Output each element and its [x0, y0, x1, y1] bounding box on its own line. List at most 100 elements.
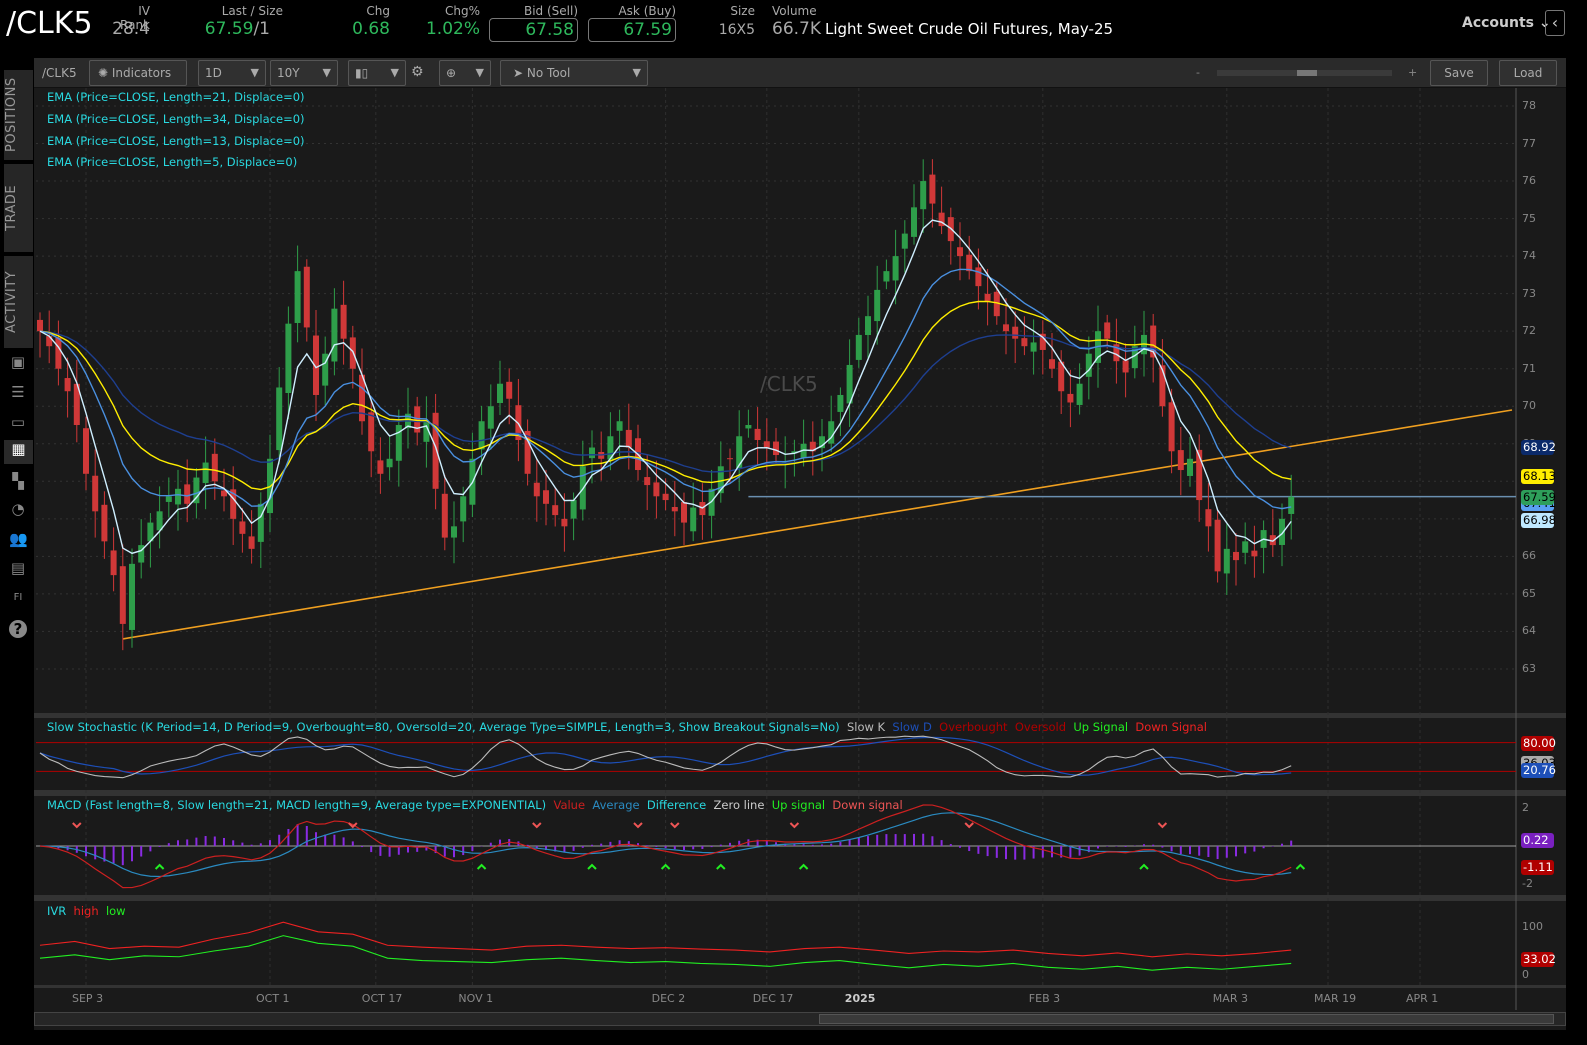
time-axis-label: SEP 3	[72, 992, 104, 1005]
candle	[211, 453, 218, 482]
candle	[248, 536, 255, 549]
macd-axis-tick: 2	[1522, 801, 1529, 814]
study-label-ema13[interactable]: EMA (Price=CLOSE, Length=13, Displace=0)	[47, 134, 305, 148]
candle	[460, 496, 467, 522]
price-axis-tick: 74	[1522, 249, 1536, 263]
candle	[386, 458, 393, 468]
candle	[1067, 393, 1074, 403]
time-axis-label: MAR 19	[1314, 992, 1357, 1005]
candle	[64, 378, 71, 392]
macd-legend-item: Down signal	[825, 798, 903, 812]
candle	[1242, 541, 1249, 553]
candle	[83, 428, 89, 474]
candle	[561, 518, 568, 527]
candle	[1012, 326, 1019, 339]
macd-legend-item: Zero line	[706, 798, 765, 812]
candle	[644, 477, 651, 486]
stoch-title[interactable]: Slow Stochastic (K Period=14, D Period=9…	[47, 720, 840, 734]
candle	[984, 293, 991, 302]
pane-separator	[34, 790, 1566, 796]
candle	[1104, 322, 1111, 339]
candle	[487, 406, 494, 429]
candle	[294, 271, 301, 323]
stoch-legend-item: Oversold	[1007, 720, 1067, 734]
candle	[340, 304, 347, 339]
candle	[303, 266, 310, 328]
candle	[543, 490, 549, 504]
candle	[929, 174, 936, 204]
candle	[754, 428, 761, 441]
candle	[966, 254, 973, 272]
candle	[497, 383, 503, 403]
candle	[368, 412, 375, 452]
macd-axis-tick: -2	[1522, 877, 1533, 890]
study-label-ema5[interactable]: EMA (Price=CLOSE, Length=5, Displace=0)	[47, 155, 297, 169]
candle	[727, 458, 733, 460]
price-axis-tick: 70	[1522, 399, 1536, 413]
price-axis-tick: 73	[1522, 286, 1536, 300]
macd-legend-item: Difference	[639, 798, 707, 812]
candle	[865, 316, 871, 336]
candle	[129, 563, 135, 630]
candle	[478, 421, 485, 450]
chart-background	[34, 88, 1566, 1030]
price-axis-tick: 63	[1522, 661, 1536, 675]
price-badge: 67.59	[1521, 489, 1556, 505]
horizontal-scrollbar[interactable]	[34, 1012, 1566, 1026]
candle	[552, 505, 559, 516]
macd-title[interactable]: MACD (Fast length=8, Slow length=21, MAC…	[47, 798, 546, 812]
price-axis-tick: 72	[1522, 324, 1536, 338]
candle	[773, 441, 779, 456]
ivr-legend-item: low	[98, 904, 126, 918]
pane-separator	[34, 713, 1566, 718]
candle	[745, 425, 752, 429]
time-axis-label: NOV 1	[458, 992, 494, 1005]
candle	[1085, 353, 1092, 377]
candle	[736, 436, 743, 469]
stoch-badge: 20.76	[1521, 763, 1556, 779]
price-axis-tick: 66	[1522, 549, 1536, 563]
price-axis-tick: 71	[1522, 361, 1536, 375]
candle	[883, 271, 890, 282]
candle	[37, 319, 43, 332]
candle	[239, 521, 246, 534]
candle	[1205, 509, 1212, 527]
macd-legend-item: Value	[546, 798, 586, 812]
macd-badge: -1.11	[1521, 859, 1554, 875]
candle	[184, 484, 191, 504]
pane-separator	[34, 985, 1566, 988]
candle	[1251, 550, 1258, 557]
macd-legend-item: Up signal	[764, 798, 826, 812]
candle	[920, 181, 927, 210]
ivr-title[interactable]: IVR	[47, 904, 66, 918]
candle	[1021, 338, 1028, 347]
candle	[506, 381, 513, 399]
candle	[911, 207, 917, 237]
candle	[874, 289, 881, 322]
candle	[625, 429, 632, 448]
stoch-badge: 80.00	[1521, 735, 1556, 751]
price-axis-tick: 75	[1522, 211, 1536, 225]
candle	[1076, 383, 1083, 405]
candle	[1049, 359, 1055, 369]
candle	[55, 337, 62, 369]
candle	[1122, 360, 1129, 373]
candle	[1168, 402, 1175, 452]
time-axis-label: OCT 17	[361, 992, 403, 1005]
stoch-legend-item: Up Signal	[1066, 720, 1129, 734]
candle	[1030, 342, 1037, 352]
time-axis-label: APR 1	[1406, 992, 1439, 1005]
candle	[570, 500, 577, 519]
price-axis-tick: 65	[1522, 586, 1536, 600]
stoch-legend-item: Overbought	[931, 720, 1008, 734]
candle	[285, 323, 292, 394]
price-axis-tick: 76	[1522, 174, 1536, 188]
study-label-ema21[interactable]: EMA (Price=CLOSE, Length=21, Displace=0)	[47, 90, 305, 104]
candle	[92, 475, 99, 512]
scrollbar-thumb[interactable]	[819, 1014, 1554, 1024]
time-axis-label: OCT 1	[256, 992, 290, 1005]
study-label-ema34[interactable]: EMA (Price=CLOSE, Length=34, Displace=0)	[47, 112, 305, 126]
candle	[1288, 496, 1295, 514]
price-axis-tick: 64	[1522, 624, 1536, 638]
candle	[331, 308, 338, 362]
